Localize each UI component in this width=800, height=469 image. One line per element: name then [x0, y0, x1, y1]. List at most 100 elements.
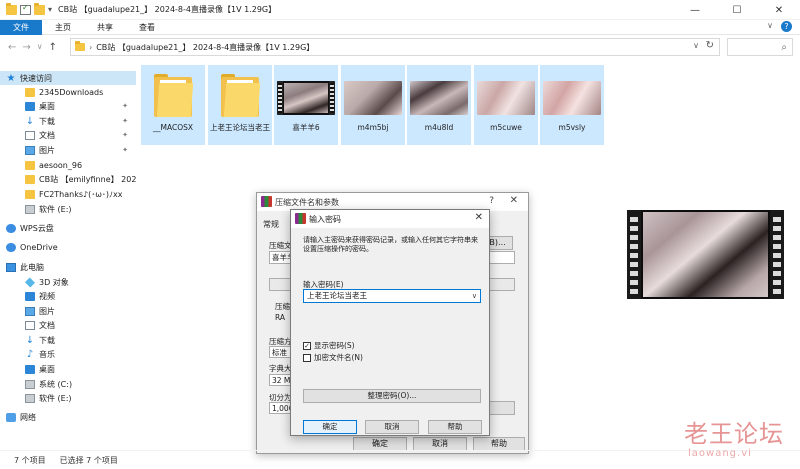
- ok-button[interactable]: 确定: [353, 437, 407, 451]
- sidebar-item-pictures[interactable]: 图片 ✦: [0, 143, 136, 157]
- tab-general[interactable]: 常规: [263, 219, 279, 230]
- cloud-icon: [6, 242, 16, 252]
- cancel-button[interactable]: 取消: [365, 420, 419, 434]
- tab-file[interactable]: 文件: [0, 19, 42, 35]
- help-button[interactable]: 帮助: [428, 420, 482, 434]
- file-name: 上老王论坛当老王: [210, 123, 270, 132]
- watermark: 老王论坛 laowang.vi: [684, 414, 796, 466]
- file-item-macosx[interactable]: __MACOSX: [141, 65, 205, 145]
- pin-icon: ✦: [122, 117, 128, 125]
- close-button[interactable]: ✕: [758, 0, 800, 20]
- address-path: CB站 【guadalupe21_】 2024-8-4直播录像【1V 1.29G…: [96, 42, 315, 52]
- navigation-bar: ← → ∨ ↑ › CB站 【guadalupe21_】 2024-8-4直播录…: [0, 37, 800, 57]
- archive-name-label: 压缩文: [269, 241, 292, 250]
- video-preview: [627, 210, 784, 299]
- folder-icon: [144, 67, 202, 123]
- search-input[interactable]: ⌕: [727, 38, 793, 56]
- help-button[interactable]: 帮助: [473, 437, 525, 451]
- back-arrow-icon[interactable]: ←: [8, 42, 16, 53]
- customize-toolbar-icon[interactable]: ▾: [48, 5, 52, 14]
- sidebar-item-network[interactable]: 网络: [0, 410, 136, 424]
- minimize-button[interactable]: —: [674, 0, 716, 20]
- dialog-title: 压缩文件名和参数: [275, 197, 339, 207]
- drive-icon: [25, 393, 35, 403]
- title-bar: ▾ CB站 【guadalupe21_】 2024-8-4直播录像【1V 1.2…: [0, 0, 800, 20]
- chevron-down-icon[interactable]: ∨: [472, 290, 477, 302]
- close-icon[interactable]: ✕: [475, 212, 483, 223]
- help-icon[interactable]: ?: [489, 196, 494, 206]
- sidebar-item-downloads[interactable]: ↓ 下载 ✦: [0, 114, 136, 128]
- maximize-button[interactable]: ☐: [716, 0, 758, 20]
- sidebar-item-quick-access[interactable]: ★ 快速访问: [0, 71, 136, 85]
- drive-icon: [25, 379, 35, 389]
- help-icon[interactable]: ?: [781, 21, 792, 32]
- format-rar-radio[interactable]: RA: [275, 313, 285, 322]
- sidebar-item-documents[interactable]: 文档 ✦: [0, 128, 136, 142]
- sidebar-item-pictures-pc[interactable]: 图片: [0, 304, 136, 318]
- sidebar-item-drive-e[interactable]: 软件 (E:): [0, 391, 136, 405]
- window-title: CB站 【guadalupe21_】 2024-8-4直播录像【1V 1.29G…: [58, 5, 277, 14]
- expand-ribbon-icon[interactable]: ∨: [767, 21, 773, 32]
- file-name: m5vsly: [558, 123, 586, 132]
- watermark-text: 老王论坛: [684, 420, 784, 448]
- refresh-icon[interactable]: ↻: [706, 40, 714, 51]
- organize-passwords-button[interactable]: 整理密码(O)...: [303, 389, 481, 403]
- close-icon[interactable]: ✕: [510, 195, 518, 206]
- recent-locations-icon[interactable]: ∨: [37, 42, 43, 53]
- selected-count: 已选择 7 个项目: [59, 455, 118, 465]
- folder-icon: [25, 189, 35, 199]
- up-arrow-icon[interactable]: ↑: [49, 42, 57, 53]
- tab-home[interactable]: 主页: [42, 20, 84, 35]
- ok-button[interactable]: 确定: [303, 420, 357, 434]
- file-item-m5cuwe[interactable]: m5cuwe: [474, 65, 538, 145]
- file-item-m5vsly[interactable]: m5vsly: [540, 65, 604, 145]
- video-icon: [25, 291, 35, 301]
- sidebar-item-aesoon[interactable]: aesoon_96: [0, 158, 136, 172]
- checkbox-checked-icon: ✓: [303, 341, 311, 350]
- folder-icon: [25, 87, 35, 97]
- password-info-text: 请输入主密码来获得密码记录，或输入任何其它字符串来设置压缩操作的密码。: [303, 236, 478, 253]
- video-thumbnail: [410, 67, 468, 123]
- new-folder-icon[interactable]: [34, 2, 45, 15]
- sidebar-item-music[interactable]: ♪ 音乐: [0, 347, 136, 361]
- tab-view[interactable]: 查看: [126, 20, 168, 35]
- download-icon: ↓: [25, 115, 35, 127]
- cancel-button[interactable]: 取消: [413, 437, 467, 451]
- address-dropdown-icon[interactable]: ∨: [693, 41, 699, 50]
- sidebar-item-desktop-pc[interactable]: 桌面: [0, 362, 136, 376]
- desktop-icon: [25, 101, 35, 111]
- file-name: __MACOSX: [152, 123, 193, 132]
- sidebar-item-videos[interactable]: 视频: [0, 289, 136, 303]
- file-item-m4m5bj[interactable]: m4m5bj: [341, 65, 405, 145]
- sidebar-item-onedrive[interactable]: OneDrive: [0, 240, 136, 254]
- show-password-checkbox[interactable]: ✓ 显示密码(S): [303, 340, 355, 351]
- forward-arrow-icon[interactable]: →: [22, 42, 30, 53]
- sidebar-item-2345downloads[interactable]: 2345Downloads: [0, 85, 136, 99]
- sidebar-item-this-pc[interactable]: 此电脑: [0, 260, 136, 274]
- winrar-icon: [295, 213, 306, 224]
- sidebar-item-fc2thanks[interactable]: FC2Thanks♪(･ω･)ﾉxx: [0, 187, 136, 201]
- address-bar[interactable]: › CB站 【guadalupe21_】 2024-8-4直播录像【1V 1.2…: [70, 38, 720, 56]
- file-item-xiyangyang6[interactable]: 喜羊羊6: [274, 65, 338, 145]
- dictionary-label: 字典大: [269, 364, 292, 373]
- encrypt-filenames-checkbox[interactable]: 加密文件名(N): [303, 352, 363, 363]
- tab-share[interactable]: 共享: [84, 20, 126, 35]
- drive-icon: [25, 204, 35, 214]
- sidebar-item-documents-pc[interactable]: 文档: [0, 318, 136, 332]
- sidebar-item-drive-e-quick[interactable]: 软件 (E:): [0, 202, 136, 216]
- sidebar-item-cb-emilyfinne[interactable]: CB站 【emilyfinne】 2024-8: [0, 172, 136, 186]
- sidebar-item-3d-objects[interactable]: 3D 对象: [0, 275, 136, 289]
- file-item-laowang-folder[interactable]: 上老王论坛当老王: [208, 65, 272, 145]
- watermark-url: laowang.vi: [688, 448, 752, 459]
- music-icon: ♪: [26, 348, 34, 360]
- pin-icon: ✦: [122, 102, 128, 110]
- dialog-title: 输入密码: [309, 214, 341, 224]
- sidebar-item-downloads-pc[interactable]: ↓ 下载: [0, 333, 136, 347]
- sidebar-item-wps-cloud[interactable]: WPS云盘: [0, 221, 136, 235]
- file-item-m4u8ld[interactable]: m4u8ld: [407, 65, 471, 145]
- properties-icon[interactable]: [20, 3, 31, 15]
- sidebar-item-desktop[interactable]: 桌面 ✦: [0, 99, 136, 113]
- password-input[interactable]: 上老王论坛当老王 ∨: [303, 289, 481, 303]
- sidebar-item-drive-c[interactable]: 系统 (C:): [0, 377, 136, 391]
- folder-icon: [25, 160, 35, 170]
